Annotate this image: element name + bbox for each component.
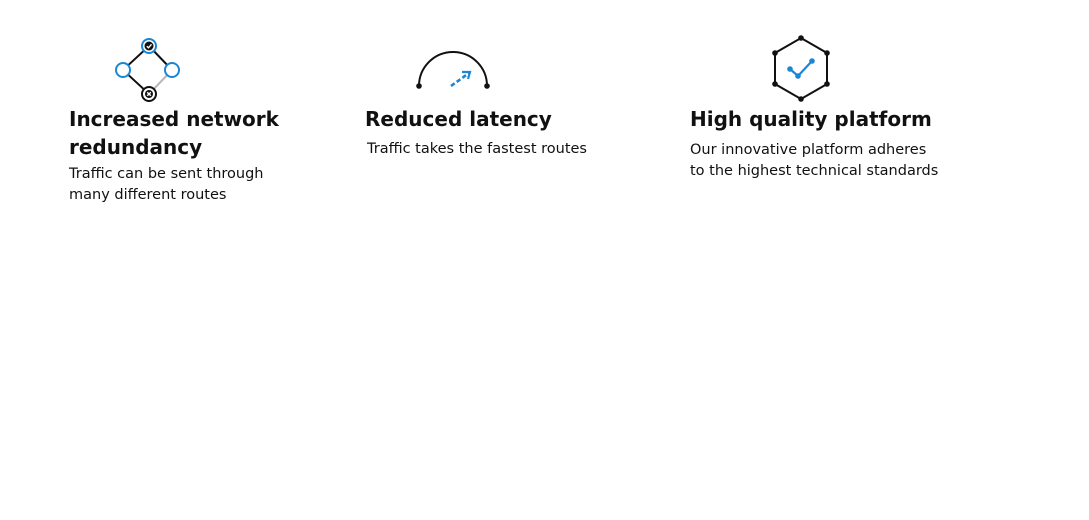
feature-description-line1: Our innovative platform adheres [690, 142, 927, 158]
feature-title: Increased network redundancy [69, 105, 279, 161]
quality-hexagon-icon [772, 35, 830, 102]
feature-title: High quality platform [690, 107, 932, 131]
feature-description: Traffic takes the fastest routes [367, 141, 587, 157]
feature-description-line2: many different routes [69, 187, 227, 203]
feature-description-line2: to the highest technical standards [690, 163, 939, 179]
feature-description-line1: Traffic can be sent through [69, 166, 264, 182]
network-redundancy-icon [115, 38, 180, 102]
feature-description: Traffic can be sent through many differe… [69, 164, 264, 206]
feature-title: Reduced latency [365, 107, 552, 131]
feature-description: Our innovative platform adheres to the h… [690, 140, 938, 182]
feature-title-line2: redundancy [69, 135, 203, 159]
feature-title-line1: Increased network [69, 107, 279, 131]
latency-gauge-icon [416, 51, 490, 89]
